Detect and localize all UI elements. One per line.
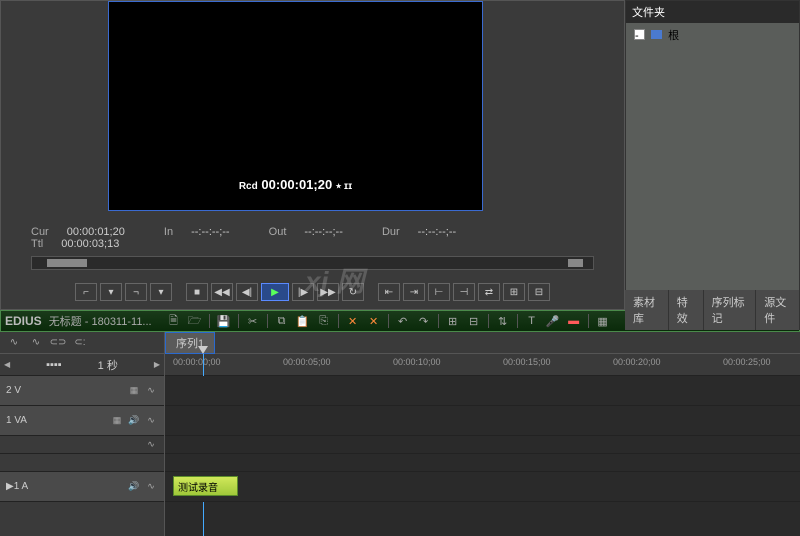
title-button[interactable]: T bbox=[523, 313, 541, 329]
delete-button[interactable]: ✕ bbox=[365, 313, 383, 329]
link-tool[interactable]: ⊂⊃ bbox=[50, 336, 66, 350]
open-button[interactable]: 🗁 bbox=[186, 313, 204, 329]
track-menu-icon[interactable]: ∿ bbox=[144, 385, 158, 397]
time-ruler[interactable]: 00:00:00;00 00:00:05;00 00:00:10;00 00:00:1… bbox=[165, 354, 800, 376]
prev-edit-button[interactable]: ⇤ bbox=[378, 283, 400, 301]
in-point-button[interactable]: ⊢ bbox=[428, 283, 450, 301]
project-name: 无标题 - 180311-11... bbox=[49, 313, 152, 329]
undo-button[interactable]: ↶ bbox=[394, 313, 412, 329]
preview-panel: Rcd 00:00:01;20 ٭ ɪɪ Cur00:00:01;20 In--… bbox=[0, 0, 625, 310]
tab-source[interactable]: 源文件 bbox=[756, 290, 800, 330]
ripple-delete-button[interactable]: ✕ bbox=[344, 313, 362, 329]
mark-in-button[interactable]: ⌐ bbox=[75, 283, 97, 301]
copy-button[interactable]: ⧉ bbox=[273, 313, 291, 329]
group-button[interactable]: ⊞ bbox=[444, 313, 462, 329]
save-button[interactable]: 💾 bbox=[215, 313, 233, 329]
expand-icon[interactable]: - bbox=[634, 29, 645, 40]
scrub-end bbox=[568, 259, 583, 267]
timeline: ∿ ∿ ⊂⊃ ⊂: ◀ ▪▪▪▪ 1 秒 ▶ 2 V ▦ ∿ 1 VA ▦ 🔊 … bbox=[0, 332, 800, 536]
ruler-tick: 00:00:00;00 bbox=[173, 357, 221, 367]
lane-2v[interactable] bbox=[165, 376, 800, 406]
layout-button[interactable]: ▦ bbox=[594, 313, 612, 329]
sequence-tabs: 序列1 bbox=[165, 332, 800, 354]
track-header-1a[interactable]: ▶1 A 🔊 ∿ bbox=[0, 472, 164, 502]
toggle-button[interactable]: ⇅ bbox=[494, 313, 512, 329]
new-button[interactable]: 🗎 bbox=[165, 313, 183, 329]
ruler-tick: 00:00:10;00 bbox=[393, 357, 441, 367]
stop-button[interactable]: ■ bbox=[186, 283, 208, 301]
transport-bar: ⌐ ▾ ¬ ▾ ■ ◀◀ ◀| ▶ |▶ ▶▶ ↻ ⇤ ⇥ ⊢ ⊣ ⇄ ⊞ ⊟ bbox=[1, 283, 624, 301]
loop-button[interactable]: ↻ bbox=[342, 283, 364, 301]
lane-1va[interactable] bbox=[165, 406, 800, 436]
scale-label: 1 秒 bbox=[98, 357, 118, 373]
audio-clip[interactable]: 测试录音 bbox=[173, 476, 238, 496]
voice-button[interactable]: 🎤 bbox=[544, 313, 562, 329]
insert-button[interactable]: ⊞ bbox=[503, 283, 525, 301]
play-button[interactable]: ▶ bbox=[261, 283, 289, 301]
magnet-tool[interactable]: ⊂: bbox=[72, 336, 88, 350]
mark-out-menu[interactable]: ▾ bbox=[150, 283, 172, 301]
lane-spacer bbox=[165, 436, 800, 454]
ungroup-button[interactable]: ⊟ bbox=[465, 313, 483, 329]
overwrite-button[interactable]: ⊟ bbox=[528, 283, 550, 301]
next-frame-button[interactable]: |▶ bbox=[292, 283, 314, 301]
track-menu-icon[interactable]: ∿ bbox=[144, 439, 158, 451]
ruler-tick: 00:00:25;00 bbox=[723, 357, 771, 367]
track-header-1va[interactable]: 1 VA ▦ 🔊 ∿ bbox=[0, 406, 164, 436]
tab-bin[interactable]: 素材库 bbox=[625, 290, 669, 330]
timecode-row: Cur00:00:01;20 In--:--:--;-- Out--:--:--… bbox=[1, 226, 624, 250]
side-tabs: 素材库 特效 序列标记 源文件 bbox=[625, 290, 800, 330]
tab-markers[interactable]: 序列标记 bbox=[704, 290, 757, 330]
lane-1a[interactable]: 测试录音 bbox=[165, 472, 800, 502]
next-edit-button[interactable]: ⇥ bbox=[403, 283, 425, 301]
scale-up[interactable]: ▶ bbox=[154, 360, 160, 369]
lane-spacer2 bbox=[165, 454, 800, 472]
paste-button[interactable]: 📋 bbox=[294, 313, 312, 329]
track-spacer2 bbox=[0, 454, 164, 472]
bin-header: 文件夹 bbox=[626, 1, 799, 23]
app-title: EDIUS bbox=[5, 314, 42, 328]
track-header-panel: ∿ ∿ ⊂⊃ ⊂: ◀ ▪▪▪▪ 1 秒 ▶ 2 V ▦ ∿ 1 VA ▦ 🔊 … bbox=[0, 332, 165, 536]
out-point-button[interactable]: ⊣ bbox=[453, 283, 475, 301]
mark-in-menu[interactable]: ▾ bbox=[100, 283, 122, 301]
tab-effects[interactable]: 特效 bbox=[669, 290, 704, 330]
ruler-tick: 00:00:15;00 bbox=[503, 357, 551, 367]
scrub-thumb[interactable] bbox=[47, 259, 87, 267]
timeline-tools: ∿ ∿ ⊂⊃ ⊂: bbox=[0, 332, 164, 354]
ripple-button[interactable]: ⇄ bbox=[478, 283, 500, 301]
scale-indicator: ▪▪▪▪ bbox=[46, 359, 62, 371]
prev-frame-button[interactable]: ◀| bbox=[236, 283, 258, 301]
scale-down[interactable]: ◀ bbox=[4, 360, 10, 369]
track-area[interactable]: 序列1 00:00:00;0000:00:05;0000:00:10;0000:… bbox=[165, 332, 800, 536]
monitor-button[interactable]: ▬ bbox=[565, 313, 583, 329]
redo-button[interactable]: ↷ bbox=[415, 313, 433, 329]
track-menu-icon[interactable]: ∿ bbox=[144, 415, 158, 427]
scrub-bar[interactable] bbox=[31, 256, 594, 270]
scale-row: ◀ ▪▪▪▪ 1 秒 ▶ bbox=[0, 354, 164, 376]
bin-root-item[interactable]: - 根 bbox=[626, 23, 799, 47]
video-icon[interactable]: ▦ bbox=[127, 385, 141, 397]
ruler-tick: 00:00:20;00 bbox=[613, 357, 661, 367]
folder-icon bbox=[651, 30, 662, 39]
audio-icon[interactable]: 🔊 bbox=[127, 481, 141, 493]
track-menu-icon[interactable]: ∿ bbox=[144, 481, 158, 493]
track-spacer: ∿ bbox=[0, 436, 164, 454]
audio-icon[interactable]: 🔊 bbox=[127, 415, 141, 427]
bin-panel: 文件夹 - 根 bbox=[625, 0, 800, 310]
track-header-2v[interactable]: 2 V ▦ ∿ bbox=[0, 376, 164, 406]
mark-out-button[interactable]: ¬ bbox=[125, 283, 147, 301]
tool-2[interactable]: ∿ bbox=[28, 336, 44, 350]
video-icon[interactable]: ▦ bbox=[110, 415, 124, 427]
cut-button[interactable]: ✂ bbox=[244, 313, 262, 329]
fast-fwd-button[interactable]: ▶▶ bbox=[317, 283, 339, 301]
video-viewer[interactable]: Rcd 00:00:01;20 ٭ ɪɪ bbox=[108, 1, 483, 211]
record-overlay: Rcd 00:00:01;20 ٭ ɪɪ bbox=[109, 177, 482, 192]
rewind-button[interactable]: ◀◀ bbox=[211, 283, 233, 301]
tool-1[interactable]: ∿ bbox=[6, 336, 22, 350]
ruler-tick: 00:00:05;00 bbox=[283, 357, 331, 367]
paste2-button[interactable]: ⎘ bbox=[315, 313, 333, 329]
